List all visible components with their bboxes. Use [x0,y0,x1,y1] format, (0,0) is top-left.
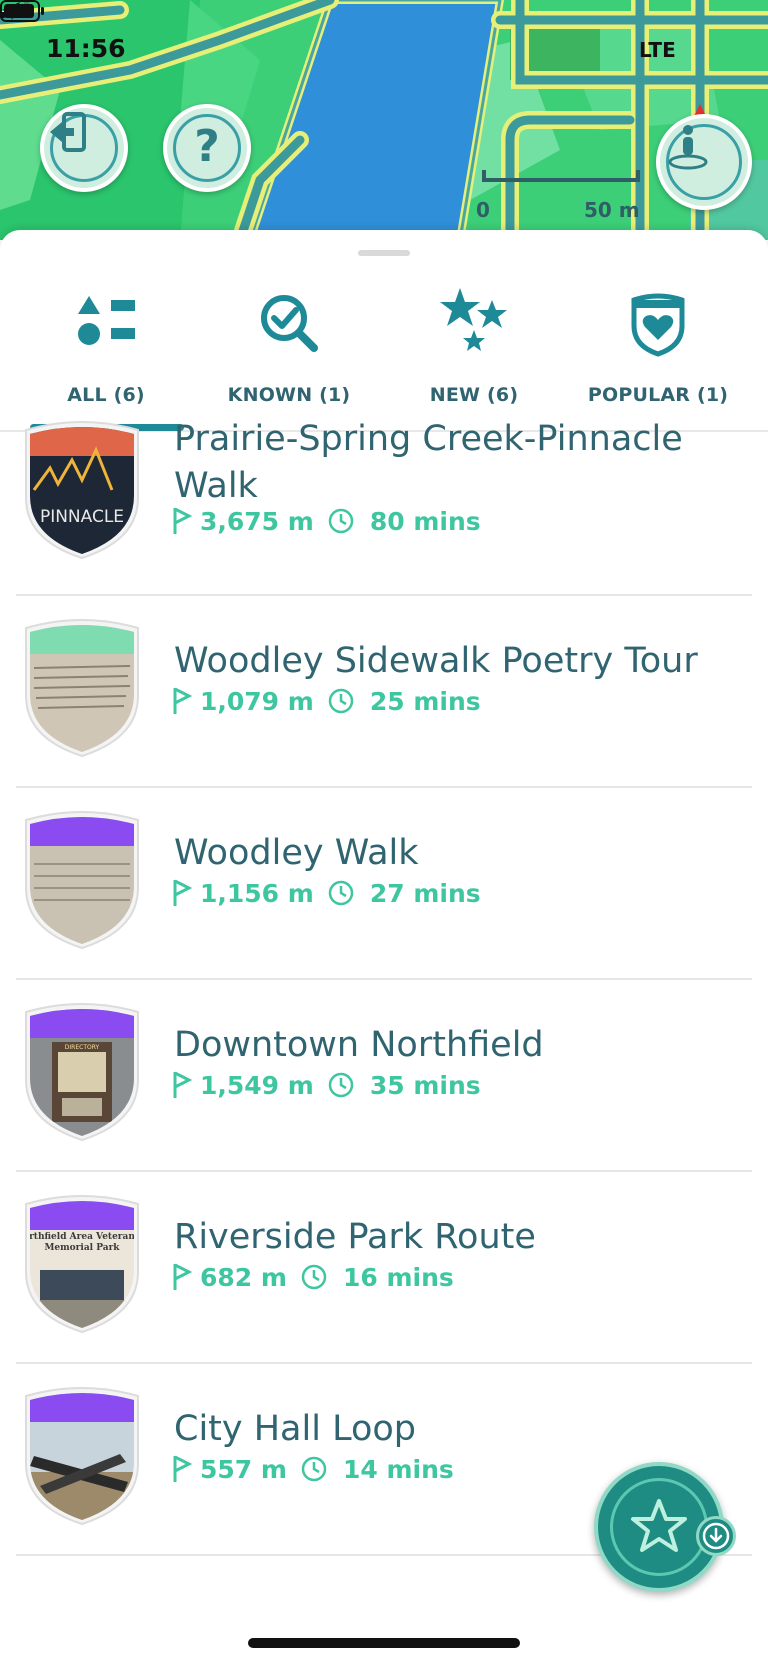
heart-shield-icon [631,293,685,357]
scale-end-label: 50 m [584,198,640,222]
flag-icon [173,687,192,714]
battery-icon [0,0,44,22]
clock-icon [301,1264,327,1290]
flag-icon [173,1263,192,1290]
stars-icon [440,288,507,351]
route-badge-poetry [25,619,139,758]
download-icon [702,1522,730,1550]
clock-icon [301,1456,327,1482]
route-badge-pinnacle: PINNACLE [25,421,139,560]
shapes-icon [78,296,135,345]
route-meta: 1,156 m 27 mins [172,878,481,908]
exit-button[interactable] [40,104,128,192]
network-type: LTE [639,38,676,62]
route-distance: 1,549 m [200,1070,314,1100]
route-title: Riverside Park Route [174,1217,536,1257]
badge-pinnacle-text: PINNACLE [40,507,124,527]
route-title: City Hall Loop [174,1409,416,1449]
home-indicator[interactable] [248,1638,520,1648]
route-meta: 1,549 m 35 mins [172,1070,481,1100]
status-time: 11:56 [46,34,126,63]
clock-icon [328,1072,354,1098]
saved-routes-button[interactable] [594,1462,736,1592]
clock-icon [328,688,354,714]
flag-icon [173,1455,192,1482]
route-duration: 80 mins [369,506,481,536]
route-duration: 27 mins [369,878,481,908]
help-icon: ? [194,120,220,172]
exit-door-icon [50,112,86,152]
status-bar: 11:56 LTE [0,0,768,100]
route-meta: 557 m 14 mins [172,1454,454,1484]
route-duration: 16 mins [342,1262,454,1292]
route-item[interactable]: PINNACLE Prairie-Spring Creek-Pinnacle W… [0,398,768,596]
route-item[interactable]: rthfield Area Veteran Memorial Park Rive… [0,1172,768,1364]
route-title: Prairie-Spring Creek-Pinnacle Walk [174,419,683,506]
flag-icon [173,507,192,534]
routes-sheet: ALL (6) KNOWN (1) NEW (6) POPULAR (1) PI… [0,230,768,1662]
badge-memorial-text: rthfield Area Veteran Memorial Park [29,1232,135,1253]
route-distance: 1,156 m [200,878,314,908]
scale-start-label: 0 [476,198,490,222]
badge-directory-text: DIRECTORY [65,1044,100,1051]
route-duration: 25 mins [369,686,481,716]
map-scale: 0 50 m [476,168,640,228]
route-badge-city-hall [25,1387,139,1526]
route-distance: 1,079 m [200,686,314,716]
route-distance: 682 m [200,1262,287,1292]
clock-icon [328,880,354,906]
route-badge-riverside: rthfield Area Veteran Memorial Park [25,1195,139,1334]
route-title: Downtown Northfield [174,1025,544,1065]
search-check-icon [261,295,318,352]
route-item[interactable]: Woodley Walk 1,156 m 27 mins [0,788,768,980]
flag-icon [173,879,192,906]
route-distance: 557 m [200,1454,287,1484]
scale-line [482,170,640,182]
route-item[interactable]: DIRECTORY Downtown Northfield 1,549 m 35… [0,980,768,1172]
route-item[interactable]: Woodley Sidewalk Poetry Tour 1,079 m 25 … [0,596,768,788]
map-view[interactable]: 11:56 LTE ? 0 50 m [0,0,768,240]
route-badge-woodley [25,811,139,950]
sheet-grabber[interactable] [358,250,410,256]
player-location-icon [668,125,708,170]
route-distance: 3,675 m [200,506,314,536]
route-meta: 682 m 16 mins [172,1262,454,1292]
player-location-button[interactable] [656,114,752,210]
route-list: PINNACLE Prairie-Spring Creek-Pinnacle W… [0,398,768,1556]
route-title: Woodley Walk [174,833,419,873]
route-meta: 1,079 m 25 mins [172,686,481,716]
star-icon [631,1499,687,1552]
help-button[interactable]: ? [163,104,251,192]
flag-icon [173,1071,192,1098]
route-badge-downtown: DIRECTORY [25,1003,139,1142]
route-duration: 35 mins [369,1070,481,1100]
route-title: Woodley Sidewalk Poetry Tour [174,641,698,681]
route-duration: 14 mins [342,1454,454,1484]
route-meta: 3,675 m 80 mins [172,506,481,536]
clock-icon [328,508,354,534]
download-badge [696,1516,736,1556]
